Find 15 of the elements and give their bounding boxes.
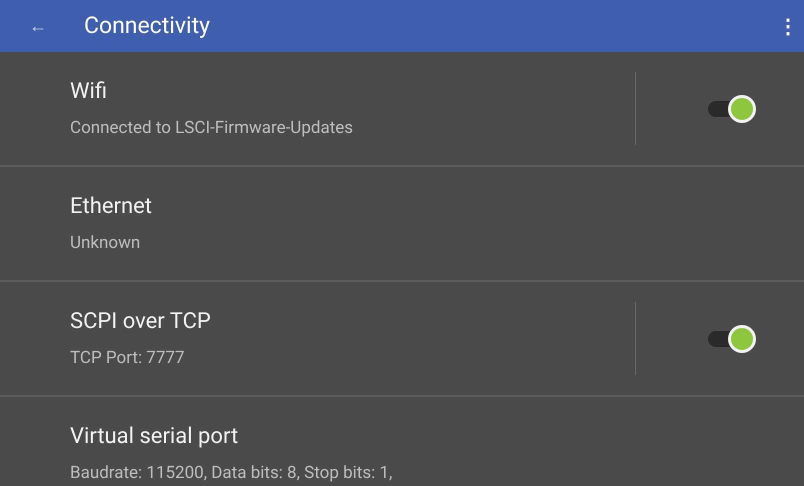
settings-row[interactable]: SCPI over TCP TCP Port: 7777 — [0, 282, 804, 397]
setting-summary: TCP Port: 7777 — [70, 347, 186, 370]
setting-title: SCPI over TCP — [70, 308, 211, 336]
settings-row[interactable]: Virtual serial port Baudrate: 115200, Data bits: 8, Stop bits: 1, — [0, 397, 804, 486]
settings-row[interactable]: Ethernet Unknown — [0, 167, 804, 282]
setting-summary: Unknown — [70, 232, 142, 256]
settings-row[interactable]: Wifi Connected to LSCI-Firmware-Updates — [0, 52, 804, 167]
setting-title: Virtual serial port — [70, 423, 240, 452]
setting-title: Wifi — [70, 78, 108, 106]
setting-summary: Connected to LSCI-Firmware-Updates — [70, 117, 354, 140]
setting-title: Ethernet — [70, 193, 152, 222]
screen-title: Connectivity — [84, 10, 210, 41]
menu-button[interactable]: ⋮ — [778, 11, 798, 41]
back-button[interactable]: ← — [26, 12, 50, 40]
setting-summary: Baudrate: 115200, Data bits: 8, Stop bits: 1, — [70, 462, 392, 486]
